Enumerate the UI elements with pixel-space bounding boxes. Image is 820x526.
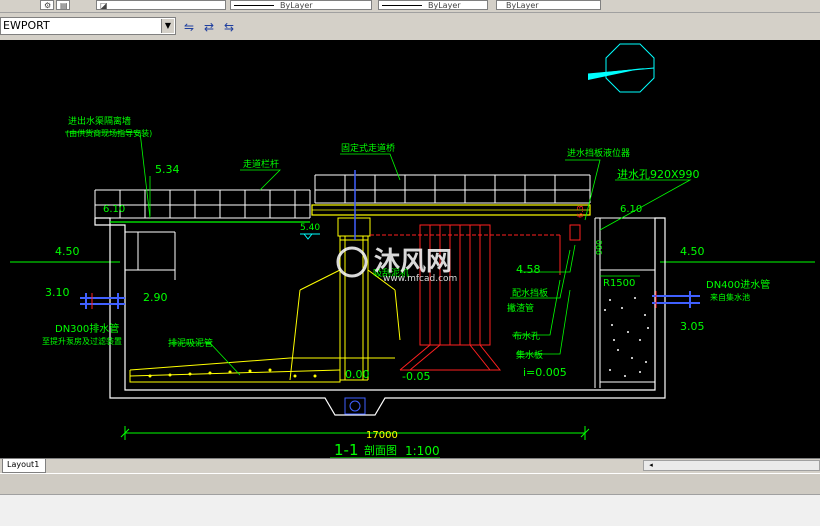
watermark-url: www.mfcad.com <box>383 274 457 284</box>
elev-63: 6.3 <box>576 205 585 218</box>
viewport-scale-icon[interactable]: ⇋ <box>179 17 199 37</box>
linetype-value: ByLayer <box>280 1 313 10</box>
elev-290: 2.90 <box>143 291 168 304</box>
viewport-combo[interactable]: EWPORT ▼ <box>0 17 176 35</box>
tab-layout1-label: Layout1 <box>7 460 40 469</box>
elev-990: 990 <box>595 240 604 255</box>
elev-450-left: 4.50 <box>55 245 80 258</box>
elev-610-left: 6.10 <box>103 204 125 215</box>
drawing-canvas[interactable]: 进出水渠隔离墙 (由供货商现场指导安装) 走道栏杆 固定式走道桥 进水挡板液位器… <box>0 40 820 458</box>
pipe-dn400 <box>652 291 700 308</box>
properties-toolbar: ⚙ ▤ ◪ ByLayer ByLayer ByLayer <box>0 0 820 13</box>
plotstyle-value: ByLayer <box>506 1 539 10</box>
linetype-control[interactable]: ByLayer <box>230 0 372 10</box>
viewport-lock-icon[interactable]: ⇆ <box>219 17 239 37</box>
title-scale: 1:100 <box>405 444 440 458</box>
label-fixed-bridge: 固定式走道桥 <box>341 142 395 154</box>
lineweight-control[interactable]: ByLayer <box>378 0 488 10</box>
label-skimmer: 撇渣管 <box>507 302 534 314</box>
label-radius: R1500 <box>603 278 635 289</box>
label-effluent-weir: 进水挡板液位器 <box>567 147 630 159</box>
elev-neg005: -0.05 <box>402 370 430 383</box>
status-bar <box>0 473 820 494</box>
plotstyle-control[interactable]: ByLayer <box>496 0 601 10</box>
tab-layout1[interactable]: Layout1 <box>2 459 47 473</box>
label-baffle: 配水挡板 <box>512 287 548 299</box>
elev-540: 5.40 <box>300 223 320 233</box>
viewport-toolbar: EWPORT ▼ ⇋ ⇄ ⇆ <box>0 13 820 39</box>
title-section: 1-1 <box>334 441 359 458</box>
central-column <box>289 217 401 381</box>
label-dn400: DN400进水管 <box>706 278 770 291</box>
horizontal-scrollbar[interactable]: ◂ <box>643 460 820 471</box>
pipe-dn300 <box>80 293 125 309</box>
drawing-title: 1-1 剖面图 1:100 <box>334 441 440 458</box>
color-control[interactable]: ◪ <box>96 0 226 10</box>
label-dn400-note: 来自集水池 <box>710 292 750 302</box>
label-inlet-channel-note: (由供货商现场指导安装) <box>66 128 152 138</box>
compass-octagon <box>605 43 655 93</box>
watermark: 沐风网 www.mfcad.com <box>336 246 457 284</box>
title-suffix: 剖面图 <box>364 443 397 457</box>
viewport-clip-icon[interactable]: ⇄ <box>199 17 219 37</box>
label-dn300: DN300排水管 <box>55 322 119 335</box>
elev-458: 4.58 <box>516 263 541 276</box>
chevron-down-icon[interactable]: ▼ <box>161 19 174 33</box>
label-inlet-pipe-size: 进水孔920X990 <box>617 168 700 181</box>
label-water-hole: 布水孔 <box>513 330 540 342</box>
label-inlet-channel: 进出水渠隔离墙 <box>68 115 131 127</box>
label-scum-plate: 集水板 <box>516 349 543 361</box>
gravel-fill <box>604 297 649 377</box>
command-area[interactable] <box>0 494 820 526</box>
handrail-bridge <box>314 174 591 204</box>
layout-tab-bar: Layout1 ◂ <box>0 458 820 473</box>
label-walkway-rail: 走道栏杆 <box>243 158 279 170</box>
water-levels <box>300 233 320 240</box>
elev-310: 3.10 <box>45 286 70 299</box>
elev-534: 5.34 <box>155 163 180 176</box>
cad-drawing: 进出水渠隔离墙 (由供货商现场指导安装) 走道栏杆 固定式走道桥 进水挡板液位器… <box>10 43 815 458</box>
elev-610-right: 6.10 <box>620 204 642 215</box>
scroll-left-icon[interactable]: ◂ <box>646 461 656 470</box>
lineweight-value: ByLayer <box>428 1 461 10</box>
watermark-text: 沐风网 <box>374 247 452 277</box>
label-sludge-pipe: 排泥吸泥管 <box>168 337 213 349</box>
dimension-line <box>120 426 590 440</box>
elev-305: 3.05 <box>680 320 705 333</box>
dimension-total: 17000 <box>366 430 398 441</box>
gear-icon[interactable]: ⚙ <box>40 0 54 10</box>
label-dn300-note: 至提升泵房及过滤装置 <box>42 336 122 346</box>
layer-state-icon[interactable]: ▤ <box>56 0 70 10</box>
handrail-left <box>94 189 311 219</box>
label-slope: i=0.005 <box>523 366 567 379</box>
elev-000: 0.00 <box>345 368 370 381</box>
viewport-combo-value: EWPORT <box>3 19 50 32</box>
pipe-flanges <box>91 291 657 309</box>
elev-450-right: 4.50 <box>680 245 705 258</box>
